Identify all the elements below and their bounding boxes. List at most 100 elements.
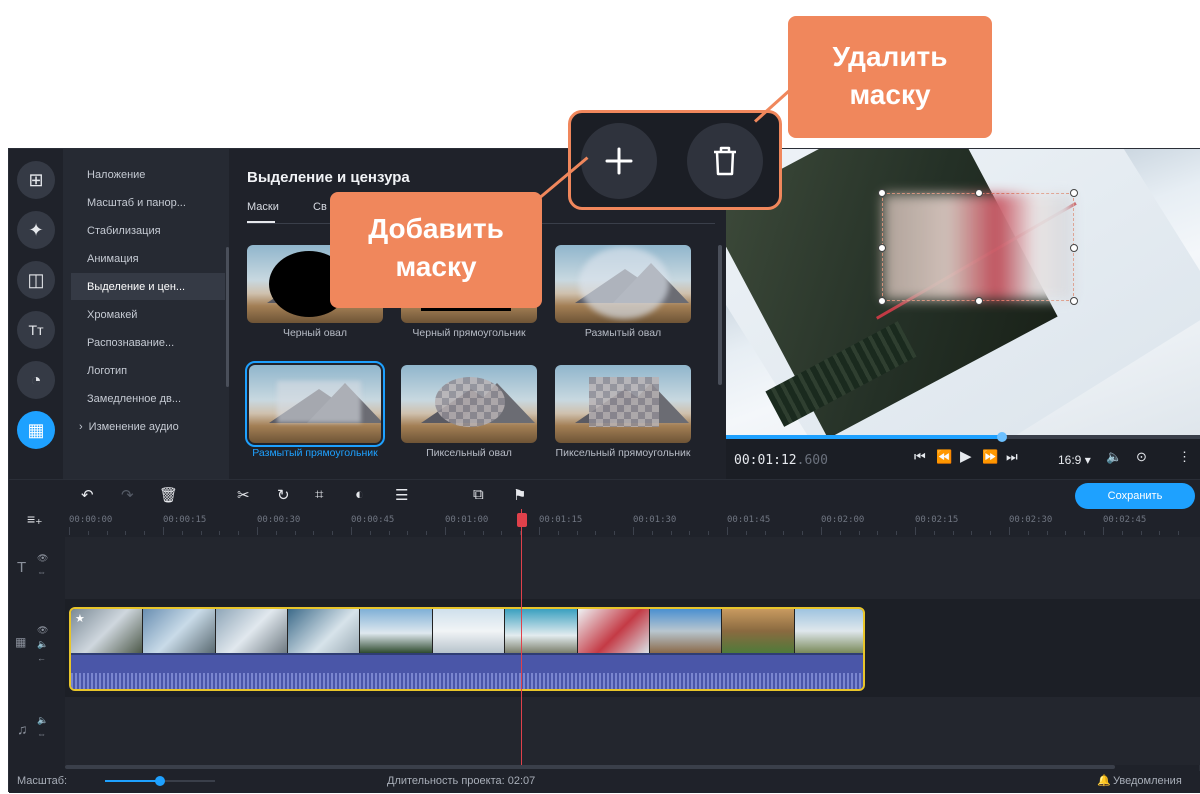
timeline-ruler[interactable]: ≡₊ 00:00:00 00:00:15 00:00:30 00:00:45 00:01…	[9, 509, 1200, 537]
cut-icon[interactable]: ✂	[237, 486, 250, 504]
arrow-icon[interactable]: ←	[37, 653, 46, 663]
rotate-icon[interactable]: ↻	[277, 486, 290, 504]
ruler-tick	[821, 527, 822, 535]
text-track[interactable]: T 👁 ⇔	[9, 537, 1200, 599]
tool-item[interactable]: Хромакей	[71, 301, 225, 328]
tool-item[interactable]: Масштаб и панор...	[71, 189, 225, 216]
video-track[interactable]: ▦ 👁 🔈 ← ★	[9, 599, 1200, 697]
add-track-icon[interactable]: ≡₊	[27, 511, 43, 528]
ruler-tick	[275, 531, 277, 535]
mask-thumb-pixel-rect[interactable]	[555, 365, 691, 443]
magic-wand-icon[interactable]: ✦	[17, 211, 55, 249]
mute-icon[interactable]: 🔈	[37, 715, 48, 726]
zoom-slider[interactable]	[105, 776, 215, 786]
undo-icon[interactable]: ↶	[81, 486, 94, 504]
resize-handle[interactable]	[975, 297, 983, 305]
mask-thumb-blur-oval[interactable]	[555, 245, 691, 323]
panel-scrollbar[interactable]	[718, 245, 722, 385]
playhead-handle[interactable]	[517, 513, 527, 527]
timeline-toolbar: ↶ ↷ 🗑 ✂ ↻ ⌗ ◐ ☰ ⧉ ⚑ Сохранить	[9, 479, 1200, 509]
resize-handle[interactable]	[975, 189, 983, 197]
timeline-scrollbar[interactable]	[65, 765, 1115, 769]
delete-mask-button[interactable]	[687, 123, 763, 199]
text-track-icon: T	[17, 559, 27, 576]
more-tools-icon[interactable]: ▦	[17, 411, 55, 449]
save-button[interactable]: Сохранить	[1075, 483, 1195, 509]
ruler-tick	[633, 527, 634, 535]
redo-icon[interactable]: ↷	[121, 486, 134, 504]
bell-icon[interactable]: 🔔	[1097, 774, 1111, 787]
notifications-link[interactable]: Уведомления	[1113, 775, 1182, 787]
play-icon[interactable]: ▶	[960, 447, 972, 465]
aspect-ratio-select[interactable]: 16:9 ▾	[1058, 453, 1091, 467]
next-frame-icon[interactable]: ⏩	[982, 449, 998, 465]
visibility-icon[interactable]: 👁	[37, 625, 48, 636]
link-icon[interactable]: ⇔	[37, 729, 46, 739]
tab-masks[interactable]: Маски	[247, 201, 279, 213]
link-icon[interactable]: ⇔	[37, 567, 46, 577]
stickers-icon[interactable]: ◔	[17, 361, 55, 399]
music-note-icon: ♫	[17, 721, 28, 737]
playback-progress[interactable]	[726, 432, 1200, 442]
mask-buttons-callout-group	[568, 110, 782, 210]
more-icon[interactable]: ⋮	[1178, 449, 1191, 465]
resize-handle[interactable]	[1070, 244, 1078, 252]
resize-handle[interactable]	[878, 297, 886, 305]
tab-other[interactable]: Св	[313, 201, 327, 213]
star-icon: ★	[75, 613, 85, 625]
ruler-tick	[69, 527, 70, 535]
blur-mask-area	[883, 194, 1073, 300]
transitions-icon[interactable]: ◫	[17, 261, 55, 299]
mute-icon[interactable]: 🔈	[37, 639, 48, 650]
resize-handle[interactable]	[1070, 297, 1078, 305]
tool-item-expandable[interactable]: › Изменение аудио	[71, 413, 225, 440]
color-adjust-icon[interactable]: ◐	[355, 486, 364, 503]
resize-handle[interactable]	[878, 244, 886, 252]
mask-thumb-blur-rect[interactable]	[245, 361, 385, 447]
resize-handle[interactable]	[878, 189, 886, 197]
ruler-tick-label: 00:02:45	[1103, 515, 1147, 525]
visibility-icon[interactable]: 👁	[37, 553, 48, 564]
tool-item[interactable]: Стабилизация	[71, 217, 225, 244]
ruler-tick	[933, 531, 935, 535]
ruler-tick	[1178, 531, 1180, 535]
ruler-tick	[1046, 531, 1048, 535]
video-clip[interactable]: ★	[69, 607, 865, 691]
import-icon[interactable]: ⊞	[17, 161, 55, 199]
mask-selection-box[interactable]	[878, 189, 1078, 305]
tool-item[interactable]: Анимация	[71, 245, 225, 272]
delete-icon[interactable]: 🗑	[159, 486, 178, 504]
tool-item[interactable]: Замедленное дв...	[71, 385, 225, 412]
crop-icon[interactable]: ⌗	[315, 486, 323, 503]
timecode-ms: .600	[796, 453, 828, 468]
resize-handle[interactable]	[1070, 189, 1078, 197]
skip-end-icon[interactable]: ⏭	[1006, 449, 1018, 465]
zoom-knob[interactable]	[155, 776, 165, 786]
snapshot-icon[interactable]: ⊙	[1136, 449, 1147, 465]
ruler-tick	[238, 531, 240, 535]
add-mask-button[interactable]	[581, 123, 657, 199]
audio-track[interactable]: ♫ 🔈 ⇔	[9, 697, 1200, 765]
prev-frame-icon[interactable]: ⏪	[936, 449, 952, 465]
ruler-tick	[482, 531, 484, 535]
video-track-header: ▦ 👁 🔈 ←	[9, 599, 65, 697]
tool-item[interactable]: Наложение	[71, 161, 225, 188]
ruler-tick	[1065, 531, 1067, 535]
ruler-tick	[87, 531, 89, 535]
marker-flag-icon[interactable]: ⚑	[513, 486, 526, 504]
tool-item[interactable]: Логотип	[71, 357, 225, 384]
skip-start-icon[interactable]: ⏮	[914, 449, 926, 465]
clip-properties-icon[interactable]: ☰	[395, 486, 408, 504]
ruler-tick	[463, 531, 465, 535]
video-preview[interactable]	[726, 149, 1200, 435]
mask-label: Размытый овал	[584, 327, 662, 339]
progress-knob[interactable]	[996, 432, 1007, 442]
tool-item-selected[interactable]: Выделение и цен...	[71, 273, 225, 300]
volume-icon[interactable]: 🔈	[1106, 449, 1122, 465]
tool-item[interactable]: Распознавание...	[71, 329, 225, 356]
mask-thumb-pixel-oval[interactable]	[401, 365, 537, 443]
overlay-icon[interactable]: ⧉	[473, 486, 484, 503]
project-duration: Длительность проекта: 02:07	[387, 775, 536, 787]
ruler-tick	[670, 531, 672, 535]
titles-icon[interactable]: Tт	[17, 311, 55, 349]
